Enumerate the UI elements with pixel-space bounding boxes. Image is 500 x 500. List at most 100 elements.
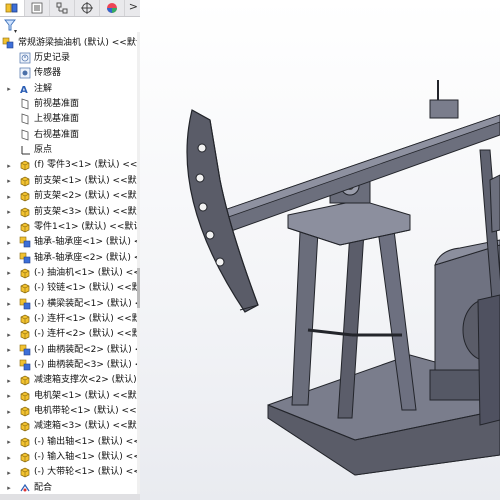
tree-item[interactable]: ▸ (-) 曲柄装配<2> (默认) <<	[0, 343, 140, 358]
part-icon	[19, 159, 31, 171]
assembly-icon	[2, 37, 14, 49]
tree-item[interactable]: 上视基准面	[0, 112, 140, 127]
tree-item[interactable]: ▸ 减速箱支撑次<2> (默认) <<	[0, 373, 140, 388]
tree-item[interactable]: ▸ (-) 大带轮<1> (默认) <<默	[0, 465, 140, 480]
expand-arrow-icon[interactable]: ▸	[5, 377, 13, 385]
origin-icon	[19, 144, 31, 156]
tree-item-label: 原点	[34, 145, 53, 156]
tree-item-label: 前视基准面	[34, 99, 80, 110]
tree-item-label: (-) 输入轴<1> (默认) <<默	[34, 452, 140, 463]
tree-item[interactable]: ▸ 前支架<1> (默认) <<默认>	[0, 174, 140, 189]
expand-arrow-icon[interactable]: ▸	[5, 285, 13, 293]
expand-arrow-icon[interactable]: ▸	[5, 223, 13, 231]
feature-manager-icon[interactable]	[0, 0, 25, 16]
tree-bottom-bar	[0, 494, 140, 500]
tree-item[interactable]: ▸ (-) 输出轴<1> (默认) <<默	[0, 435, 140, 450]
tree-item[interactable]: ▸ (-) 输入轴<1> (默认) <<默	[0, 450, 140, 465]
part-icon	[19, 420, 31, 432]
expand-arrow-icon[interactable]: ▸	[5, 239, 13, 247]
subassembly-icon	[19, 236, 31, 248]
part-icon	[19, 451, 31, 463]
plane-icon	[19, 98, 31, 110]
expand-arrow-icon[interactable]: ▸	[5, 484, 13, 492]
property-manager-icon[interactable]	[25, 0, 50, 16]
part-icon	[19, 405, 31, 417]
tree-item[interactable]: ▸ (f) 零件3<1> (默认) <<默认	[0, 158, 140, 173]
tree-item-label: 轴承-轴承座<2> (默认) <<	[34, 252, 140, 263]
tree-item-label: (-) 大带轮<1> (默认) <<默	[34, 467, 140, 478]
part-icon	[19, 190, 31, 202]
dimxpert-manager-icon[interactable]	[75, 0, 100, 16]
expand-arrow-icon[interactable]: ▸	[5, 438, 13, 446]
expand-arrow-icon[interactable]: ▸	[5, 85, 13, 93]
tree-item-label: 历史记录	[34, 53, 71, 63]
tree-item[interactable]: 原点	[0, 143, 140, 158]
part-icon	[19, 466, 31, 478]
expand-arrow-icon[interactable]: ▸	[5, 177, 13, 185]
tree-item[interactable]: ▸ 电机带轮<1> (默认) <<默	[0, 404, 140, 419]
subassembly-icon	[19, 252, 31, 264]
expand-arrow-icon[interactable]: ▸	[5, 269, 13, 277]
mates-icon	[19, 482, 31, 494]
tree-item-label: (-) 连杆<2> (默认) <<默认	[34, 329, 140, 340]
tree-item[interactable]: ▸ 电机架<1> (默认) <<默认>	[0, 389, 140, 404]
tree-item-label: 常规游梁抽油机 (默认) <<默认	[18, 38, 140, 48]
tree-item[interactable]: 传感器	[0, 66, 140, 81]
tree-item[interactable]: ▸ 减速箱<3> (默认) <<默认>	[0, 419, 140, 434]
expand-arrow-icon[interactable]: ▸	[5, 362, 13, 370]
expand-arrow-icon[interactable]: ▸	[5, 408, 13, 416]
history-icon	[19, 52, 31, 64]
tree-item[interactable]: ▸ (-) 横梁装配<1> (默认) <<	[0, 297, 140, 312]
expand-arrow-icon[interactable]: ▸	[5, 254, 13, 262]
part-icon	[19, 390, 31, 402]
crank-model[interactable]	[477, 294, 500, 426]
part-icon	[19, 175, 31, 187]
tree-item[interactable]: ▸ 轴承-轴承座<2> (默认) <<	[0, 251, 140, 266]
tree-item-label: (-) 输出轴<1> (默认) <<默	[34, 436, 140, 447]
graphics-viewport[interactable]	[140, 0, 500, 500]
tree-item-label: 零件1<1> (默认) <<默认>	[34, 221, 140, 232]
expand-arrow-icon[interactable]: ▸	[5, 454, 13, 462]
expand-arrow-icon[interactable]: ▸	[5, 300, 13, 308]
expand-arrow-icon[interactable]: ▸	[5, 331, 13, 339]
tree-item[interactable]: 前视基准面	[0, 97, 140, 112]
part-icon	[19, 313, 31, 325]
part-icon	[19, 374, 31, 386]
tree-item-label: (-) 曲柄装配<3> (默认) <<	[34, 360, 140, 370]
tree-item[interactable]: ▸ (-) 抽油机<1> (默认) <<默	[0, 266, 140, 281]
expand-arrow-icon[interactable]: ▸	[5, 315, 13, 323]
tree-item[interactable]: ▸ (-) 连杆<1> (默认) <<默认	[0, 312, 140, 327]
tab-overflow-arrow[interactable]: >	[129, 0, 138, 13]
sensor-icon	[19, 67, 31, 79]
expand-arrow-icon[interactable]: ▸	[5, 162, 13, 170]
expand-arrow-icon[interactable]: ▸	[5, 469, 13, 477]
subassembly-icon	[19, 344, 31, 356]
tree-item-label: 减速箱<3> (默认) <<默认>	[34, 421, 140, 432]
tree-item-label: (-) 连杆<1> (默认) <<默认	[34, 313, 140, 324]
expand-arrow-icon[interactable]: ▸	[5, 392, 13, 400]
expand-arrow-icon[interactable]: ▸	[5, 208, 13, 216]
tree-item[interactable]: ▸ (-) 铰链<1> (默认) <<默认	[0, 281, 140, 296]
tree-root-assembly[interactable]: 常规游梁抽油机 (默认) <<默认	[0, 36, 140, 51]
tree-item-label: 传感器	[34, 68, 62, 79]
expand-arrow-icon[interactable]: ▸	[5, 346, 13, 354]
tree-item[interactable]: ▸ 轴承-轴承座<1> (默认) <<	[0, 235, 140, 250]
subassembly-icon	[19, 359, 31, 371]
tree-item[interactable]: ▸ (-) 连杆<2> (默认) <<默认	[0, 327, 140, 342]
tree-item-label: (f) 零件3<1> (默认) <<默认	[34, 160, 140, 171]
display-manager-icon[interactable]	[100, 0, 125, 16]
configuration-manager-icon[interactable]	[50, 0, 75, 16]
tree-item[interactable]: ▸ 前支架<3> (默认) <<默认>	[0, 205, 140, 220]
tree-item[interactable]: ▸ (-) 曲柄装配<3> (默认) <<	[0, 358, 140, 373]
tree-item-label: 右视基准面	[34, 129, 80, 140]
tree-item[interactable]: ▸ 前支架<2> (默认) <<默认>	[0, 189, 140, 204]
tree-item-label: (-) 铰链<1> (默认) <<默认	[34, 283, 140, 294]
expand-arrow-icon[interactable]: ▸	[5, 193, 13, 201]
tree-item[interactable]: 右视基准面	[0, 128, 140, 143]
tree-item[interactable]: 历史记录	[0, 51, 140, 66]
tree-item[interactable]: ▸ A 注解	[0, 82, 140, 97]
expand-arrow-icon[interactable]: ▸	[5, 423, 13, 431]
part-icon	[19, 282, 31, 294]
tree-item[interactable]: ▸ 零件1<1> (默认) <<默认>	[0, 220, 140, 235]
tree-item-label: 电机带轮<1> (默认) <<默	[34, 406, 140, 417]
